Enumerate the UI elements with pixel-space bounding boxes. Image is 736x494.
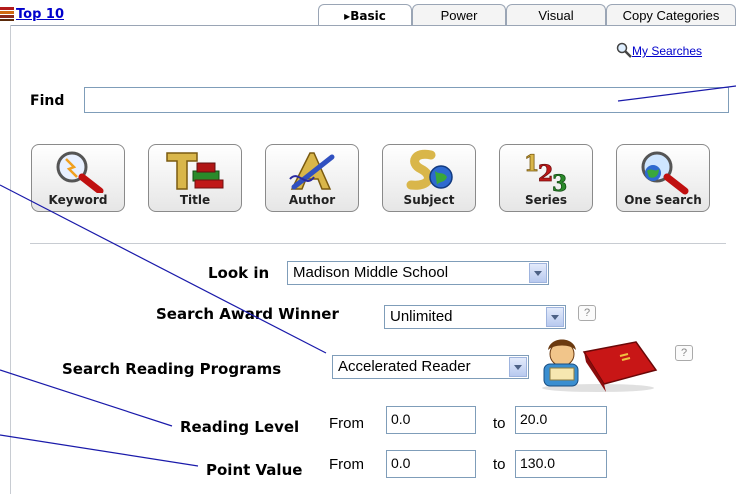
point-value-from-input[interactable]: 0.0 [386, 450, 476, 478]
tab-copy-categories-label: Copy Categories [622, 8, 720, 23]
left-border [10, 25, 11, 494]
one-search-globe-icon [641, 151, 689, 195]
tab-basic[interactable]: ▸Basic [318, 4, 412, 26]
magnifier-icon [616, 42, 632, 58]
chevron-down-icon [546, 307, 564, 327]
tab-visual[interactable]: Visual [506, 4, 606, 26]
one-search-button-label: One Search [624, 193, 702, 207]
top-10-link[interactable]: Top 10 [16, 7, 64, 22]
series-button[interactable]: 1 2 3 Series [499, 144, 593, 212]
author-button-label: Author [288, 193, 336, 207]
reading-level-from-input[interactable]: 0.0 [386, 406, 476, 434]
title-button[interactable]: Title [148, 144, 242, 212]
find-label: Find [30, 93, 65, 109]
section-divider [30, 243, 726, 244]
one-search-button[interactable]: One Search [616, 144, 710, 212]
reading-level-to-input[interactable]: 20.0 [515, 406, 607, 434]
reading-programs-help-icon[interactable]: ? [675, 345, 693, 361]
point-value-label: Point Value [206, 461, 303, 479]
point-value-to-input[interactable]: 130.0 [515, 450, 607, 478]
reading-level-to-label: to [493, 415, 506, 432]
author-pen-icon [289, 152, 335, 190]
callout-line-point-value [0, 434, 199, 467]
callout-lines [0, 85, 736, 467]
svg-text:3: 3 [552, 171, 567, 195]
callout-line-reading-level [0, 369, 173, 427]
tab-copy-categories[interactable]: Copy Categories [606, 4, 736, 26]
reading-programs-value: Accelerated Reader [338, 358, 471, 375]
chevron-down-icon [509, 357, 527, 377]
my-searches-link[interactable]: My Searches [632, 44, 702, 58]
books-icon [0, 7, 14, 21]
award-winner-value: Unlimited [390, 308, 453, 325]
tab-bar-divider [10, 25, 736, 26]
award-help-icon[interactable]: ? [578, 305, 596, 321]
subject-button-label: Subject [403, 193, 455, 207]
point-value-from-label: From [329, 456, 364, 473]
award-winner-select[interactable]: Unlimited [384, 305, 566, 329]
reading-level-from-label: From [329, 415, 364, 432]
keyword-button[interactable]: Keyword [31, 144, 125, 212]
author-button[interactable]: Author [265, 144, 359, 212]
reader-with-book-icon [542, 339, 658, 392]
title-button-label: Title [179, 193, 211, 207]
tab-power-label: Power [440, 8, 478, 23]
find-input[interactable] [84, 87, 729, 113]
look-in-label: Look in [208, 264, 270, 282]
tab-basic-label: Basic [350, 9, 386, 23]
reading-programs-select[interactable]: Accelerated Reader [332, 355, 529, 379]
chevron-down-icon [529, 263, 547, 283]
point-value-to-label: to [493, 456, 506, 473]
award-winner-label: Search Award Winner [156, 305, 339, 323]
title-books-icon [166, 152, 224, 190]
series-button-label: Series [524, 193, 568, 207]
subject-globe-icon [406, 149, 453, 190]
keyword-magnifier-icon [56, 151, 104, 193]
look-in-select[interactable]: Madison Middle School [287, 261, 549, 285]
subject-button[interactable]: Subject [382, 144, 476, 212]
keyword-button-label: Keyword [48, 193, 108, 207]
look-in-value: Madison Middle School [293, 264, 449, 281]
reading-programs-label: Search Reading Programs [62, 360, 282, 378]
tab-power[interactable]: Power [412, 4, 506, 26]
reading-level-label: Reading Level [180, 418, 300, 436]
series-numbers-icon: 1 2 3 [524, 151, 568, 195]
tab-visual-label: Visual [538, 8, 574, 23]
